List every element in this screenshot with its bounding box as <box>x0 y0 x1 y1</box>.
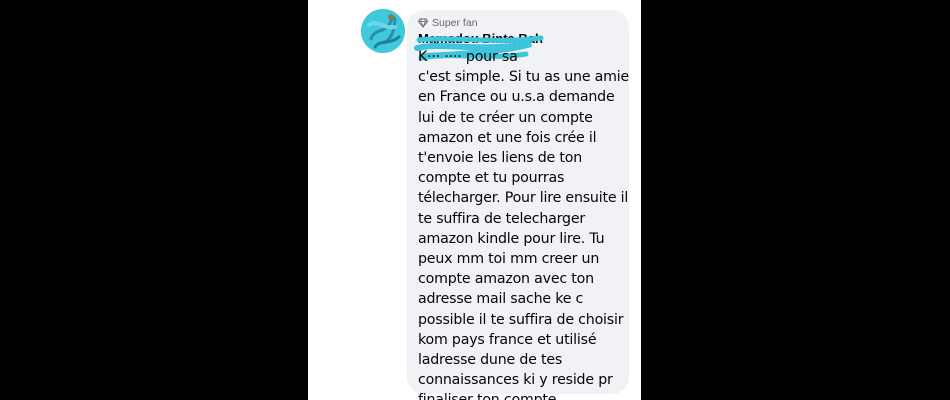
screenshot-frame: Super fan Mamadou Binta Bah K··· ···· po… <box>0 0 950 400</box>
comment-text: K··· ···· pour sa c'est simple. Si tu as… <box>418 49 630 400</box>
avatar-redaction <box>361 9 405 53</box>
comment-panel: Super fan Mamadou Binta Bah K··· ···· po… <box>308 0 641 400</box>
comment-bubble: Super fan Mamadou Binta Bah K··· ···· po… <box>407 10 629 400</box>
comment-actions-cutoff <box>420 393 540 400</box>
badge-label: Super fan <box>432 17 478 29</box>
author-name[interactable]: Mamadou Binta Bah <box>418 31 543 46</box>
avatar[interactable] <box>361 9 405 53</box>
diamond-icon <box>418 18 428 28</box>
super-fan-badge: Super fan <box>418 17 478 29</box>
